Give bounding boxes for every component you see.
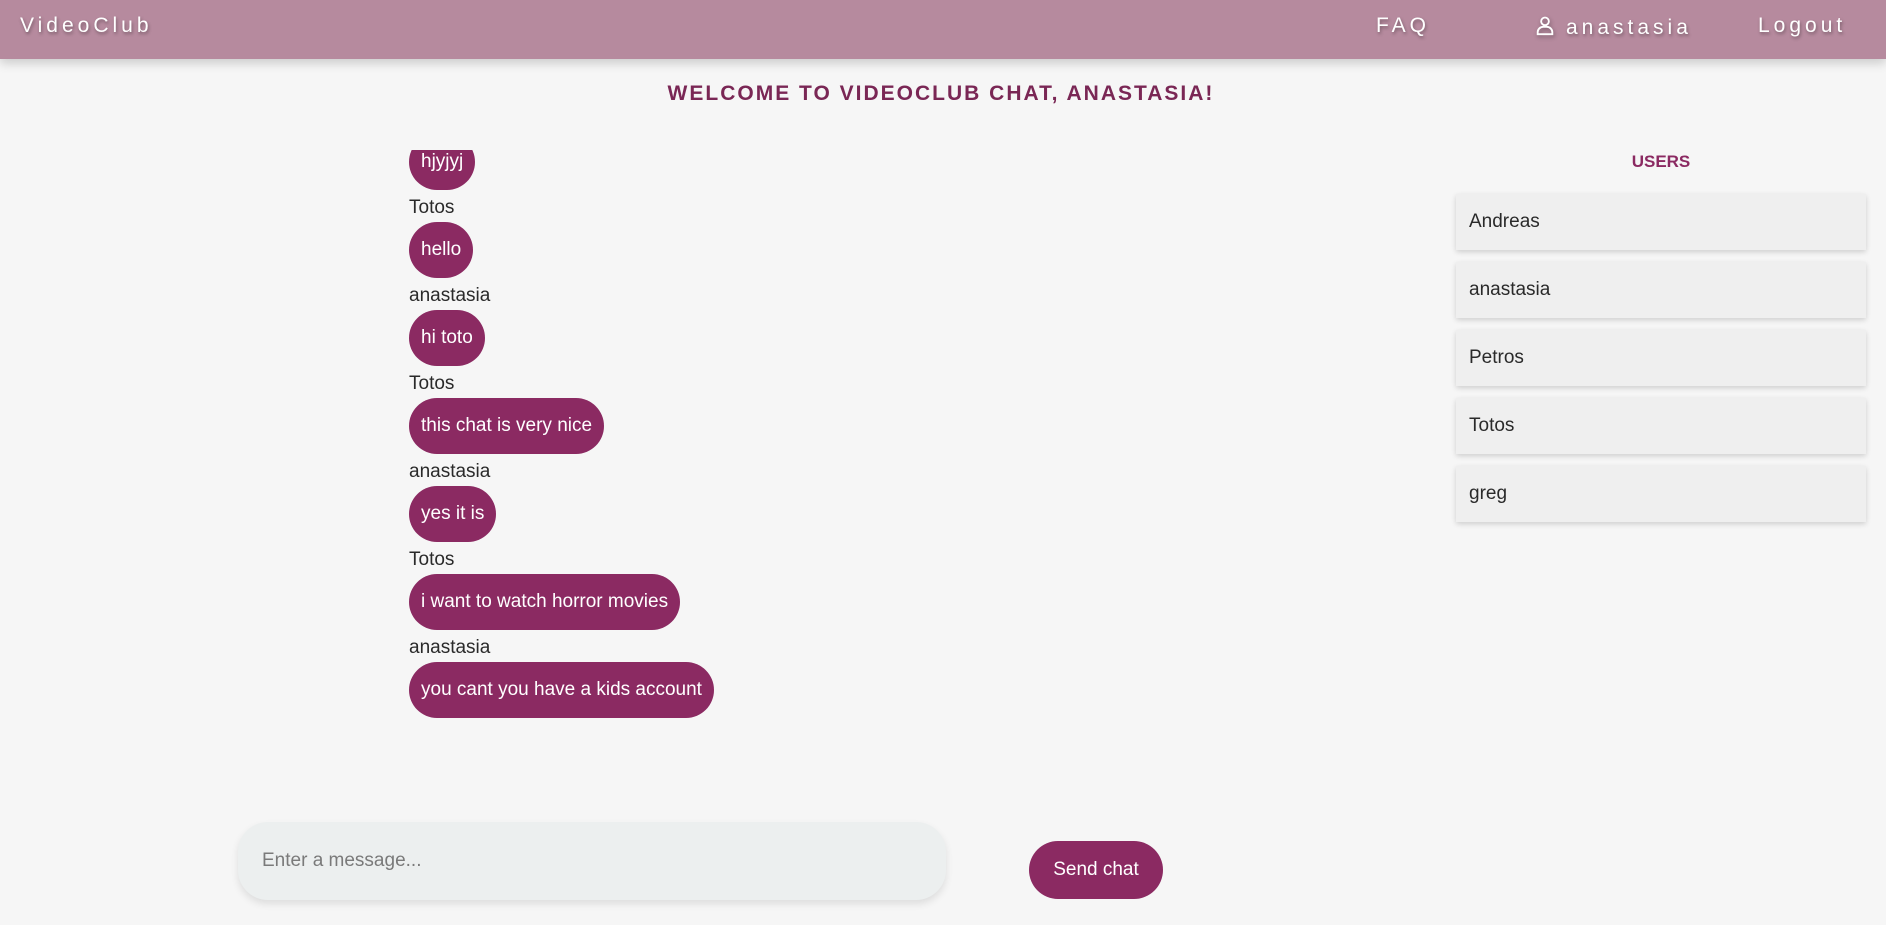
user-icon <box>1534 14 1556 42</box>
message-sender: anastasia <box>409 285 491 306</box>
user-item-greg[interactable]: greg <box>1456 466 1866 522</box>
logout-link[interactable]: Logout <box>1758 14 1846 38</box>
message-bubble: yes it is <box>409 486 497 542</box>
chat-message: Totos this chat is very nice <box>409 370 714 458</box>
chat-message: Totos i want to watch horror movies <box>409 546 714 634</box>
chat-message: Totos hello <box>409 194 714 282</box>
message-bubble: hi toto <box>409 310 485 366</box>
message-sender: Totos <box>409 373 455 394</box>
page-title: WELCOME TO VIDEOCLUB CHAT, ANASTASIA! <box>667 82 1215 105</box>
user-item-petros[interactable]: Petros <box>1456 330 1866 386</box>
nav-username: anastasia <box>1566 16 1692 39</box>
user-item-anastasia[interactable]: anastasia <box>1456 262 1866 318</box>
message-bubble: you cant you have a kids account <box>409 662 714 718</box>
message-input[interactable] <box>238 822 946 900</box>
message-bubble: this chat is very nice <box>409 398 605 454</box>
chat-message: anastasia you cant you have a kids accou… <box>409 634 714 720</box>
message-sender: anastasia <box>409 461 491 482</box>
nav-user-link[interactable]: anastasia <box>1534 14 1692 42</box>
user-item-totos[interactable]: Totos <box>1456 398 1866 454</box>
message-bubble: i want to watch horror movies <box>409 574 681 630</box>
chat-message: anastasia yes it is <box>409 458 714 546</box>
chat-messages[interactable]: hjyjyj Totos hello anastasia hi toto Tot… <box>400 150 1200 720</box>
chat-message: anastasia hi toto <box>409 282 714 370</box>
users-list: Andreas anastasia Petros Totos greg <box>1456 194 1866 534</box>
message-bubble: hello <box>409 222 474 278</box>
navbar: VideoClub FAQ anastasia Logout <box>0 0 1886 59</box>
send-chat-button[interactable]: Send chat <box>1029 841 1163 899</box>
brand-logo[interactable]: VideoClub <box>20 14 153 38</box>
nav-faq-link[interactable]: FAQ <box>1376 14 1430 38</box>
message-sender: anastasia <box>409 637 491 658</box>
message-sender: Totos <box>409 197 455 218</box>
message-bubble: hjyjyj <box>409 150 476 190</box>
users-heading: USERS <box>1631 152 1691 171</box>
message-sender: Totos <box>409 549 455 570</box>
user-item-andreas[interactable]: Andreas <box>1456 194 1866 250</box>
chat-message: hjyjyj <box>409 150 714 194</box>
